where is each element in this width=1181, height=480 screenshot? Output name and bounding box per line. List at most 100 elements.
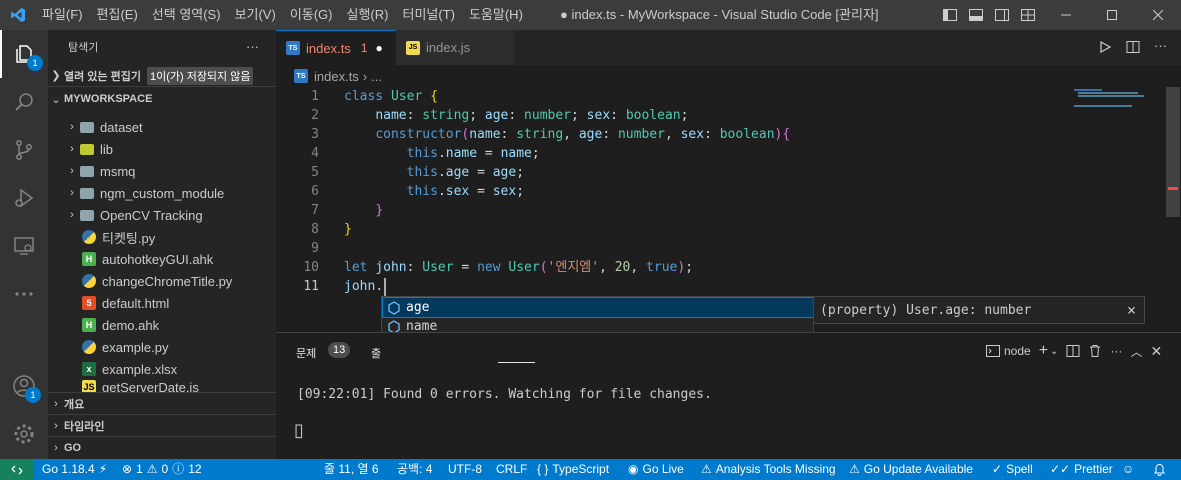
suggest-item-age[interactable]: age xyxy=(382,297,814,318)
toggle-primary-sidebar-icon[interactable] xyxy=(942,7,958,23)
source-control-button[interactable] xyxy=(0,126,48,174)
menu-run[interactable]: 실행(R) xyxy=(340,0,396,30)
feedback-button[interactable]: ☺ xyxy=(1122,459,1134,480)
terminal-shell-label[interactable]: node xyxy=(1004,344,1031,358)
unsaved-dot-icon[interactable]: ● xyxy=(376,41,383,55)
workspace-header[interactable]: ⌄ MYWORKSPACE xyxy=(48,88,276,110)
code-line[interactable]: 10 let john: User = new User('엔지엠', 20, t… xyxy=(276,258,1066,277)
open-editors-header[interactable]: ❯ 열려 있는 편집기 1이(가) 저장되지 않음 xyxy=(48,65,276,87)
menu-selection[interactable]: 선택 영역(S) xyxy=(145,0,228,30)
indentation[interactable]: 공백: 4 xyxy=(397,459,432,480)
accounts-button[interactable]: 1 xyxy=(0,362,48,410)
more-views-button[interactable] xyxy=(0,270,48,318)
prettier-status[interactable]: ✓✓ Prettier xyxy=(1050,459,1113,480)
explorer-button[interactable]: 1 xyxy=(0,30,48,78)
toggle-panel-icon[interactable] xyxy=(968,7,984,23)
tree-file-changechrometitle[interactable]: changeChromeTitle.py xyxy=(48,270,276,292)
editor-scrollbar[interactable] xyxy=(1166,87,1180,217)
code-line[interactable]: 6 this.sex = sex; xyxy=(276,182,1066,201)
chevron-down-icon[interactable]: ⌄ xyxy=(1050,346,1058,357)
close-window-button[interactable] xyxy=(1135,0,1181,30)
minimize-button[interactable] xyxy=(1043,0,1089,30)
menu-view[interactable]: 보기(V) xyxy=(228,0,283,30)
code-line[interactable]: 7 } xyxy=(276,201,1066,220)
tab-index-ts[interactable]: TS index.ts 1 ● xyxy=(276,30,396,65)
tab-index-js[interactable]: JS index.js xyxy=(396,30,514,65)
code-token: ; xyxy=(680,108,689,123)
gear-icon xyxy=(14,424,34,444)
menu-file[interactable]: 파일(F) xyxy=(35,0,90,30)
tree-item-label: example.xlsx xyxy=(102,361,178,377)
code-token: = xyxy=(469,165,493,180)
maximize-button[interactable] xyxy=(1089,0,1135,30)
split-terminal-icon[interactable] xyxy=(1066,344,1080,358)
tree-folder-dataset[interactable]: › dataset xyxy=(48,116,276,138)
ahk-file-icon: H xyxy=(82,252,96,266)
timeline-header[interactable]: › 타임라인 xyxy=(48,414,276,436)
chevron-up-icon[interactable]: ︿ xyxy=(1130,343,1142,360)
menu-help[interactable]: 도움말(H) xyxy=(462,0,530,30)
remote-explorer-button[interactable] xyxy=(0,222,48,270)
code-line[interactable]: 5 this.age = age; xyxy=(276,163,1066,182)
code-line[interactable]: 11 john. xyxy=(276,277,1066,296)
panel-more-icon[interactable]: ··· xyxy=(1110,344,1122,358)
tree-folder-ngm[interactable]: › ngm_custom_module xyxy=(48,182,276,204)
code-line[interactable]: 2 name: string; age: number; sex: boolea… xyxy=(276,106,1066,125)
go-version[interactable]: Go 1.18.4 ⚡ xyxy=(42,459,107,480)
explorer-more-button[interactable]: ··· xyxy=(246,39,259,54)
tree-file-default-html[interactable]: 5 default.html xyxy=(48,292,276,314)
tree-file-getserverdate[interactable]: JS getServerDate.js xyxy=(48,380,276,392)
code-line[interactable]: 8} xyxy=(276,220,1066,239)
trash-icon[interactable] xyxy=(1088,344,1102,358)
manage-button[interactable] xyxy=(0,410,48,458)
language-mode[interactable]: { } TypeScript xyxy=(537,459,609,480)
tree-file-autohotkeygui[interactable]: H autohotkeyGUI.ahk xyxy=(48,248,276,270)
new-terminal-icon[interactable]: + xyxy=(1039,342,1048,360)
tree-folder-lib[interactable]: › lib xyxy=(48,138,276,160)
tree-folder-msmq[interactable]: › msmq xyxy=(48,160,276,182)
source-control-icon xyxy=(16,140,32,160)
code-line[interactable]: 1 class User { xyxy=(276,87,1066,106)
tree-folder-opencv[interactable]: › OpenCV Tracking xyxy=(48,204,276,226)
notifications-button[interactable] xyxy=(1153,459,1166,480)
close-panel-icon[interactable]: ✕ xyxy=(1150,343,1162,360)
tab-problems[interactable]: 문제 xyxy=(296,345,316,361)
go-update-warning[interactable]: ⚠ Go Update Available xyxy=(849,459,973,480)
search-button[interactable] xyxy=(0,78,48,126)
tree-file-ticketing[interactable]: 티켓팅.py xyxy=(48,226,276,248)
customize-layout-icon[interactable] xyxy=(1020,7,1036,23)
code-line[interactable]: 9 xyxy=(276,239,1066,258)
encoding[interactable]: UTF-8 xyxy=(448,459,482,480)
run-debug-button[interactable] xyxy=(0,174,48,222)
outline-header[interactable]: › 개요 xyxy=(48,392,276,414)
breadcrumb-file[interactable]: index.ts xyxy=(314,69,359,84)
editor-more-icon[interactable]: ··· xyxy=(1154,38,1167,53)
tree-file-example-py[interactable]: example.py xyxy=(48,336,276,358)
code-token: = xyxy=(469,184,493,199)
menu-edit[interactable]: 편집(E) xyxy=(90,0,145,30)
code-line[interactable]: 4 this.name = name; xyxy=(276,144,1066,163)
remote-indicator[interactable] xyxy=(0,459,34,480)
menu-terminal[interactable]: 터미널(T) xyxy=(395,0,461,30)
tree-file-demo-ahk[interactable]: H demo.ahk xyxy=(48,314,276,336)
go-live-button[interactable]: ◉ Go Live xyxy=(628,459,684,480)
problems-indicator[interactable]: ⊗ 1 ⚠ 0 ⓘ 12 xyxy=(122,459,202,480)
tab-output[interactable]: 출 xyxy=(371,345,381,361)
menu-go[interactable]: 이동(G) xyxy=(283,0,340,30)
cursor-position[interactable]: 줄 11, 열 6 xyxy=(324,459,379,480)
split-editor-icon[interactable] xyxy=(1126,40,1140,54)
line-ending[interactable]: CRLF xyxy=(496,459,527,480)
breadcrumb-rest[interactable]: ... xyxy=(371,69,382,84)
run-icon[interactable] xyxy=(1098,40,1112,54)
tree-file-example-xlsx[interactable]: x example.xlsx xyxy=(48,358,276,380)
minimap[interactable] xyxy=(1068,87,1166,117)
analysis-tools-warning[interactable]: ⚠ Analysis Tools Missing xyxy=(701,459,836,480)
tree-item-label: msmq xyxy=(100,163,136,179)
toggle-secondary-sidebar-icon[interactable] xyxy=(994,7,1010,23)
spell-check[interactable]: ✓ Spell xyxy=(992,459,1033,480)
go-header[interactable]: › GO xyxy=(48,436,276,458)
code-line[interactable]: 3 constructor(name: string, age: number,… xyxy=(276,125,1066,144)
ts-file-icon: TS xyxy=(286,41,300,55)
close-icon[interactable]: × xyxy=(1127,301,1136,319)
